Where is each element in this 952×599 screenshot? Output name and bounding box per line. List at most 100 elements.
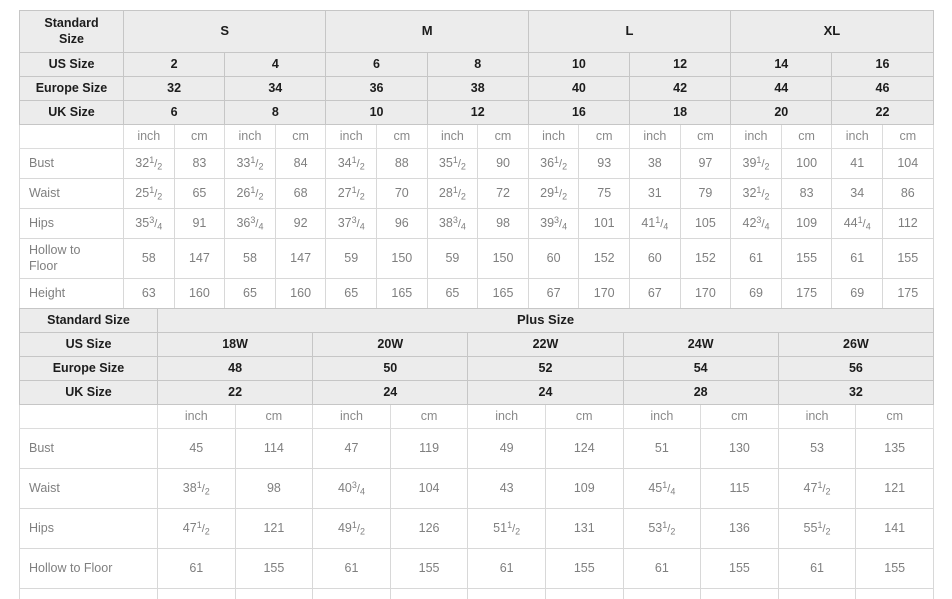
unit-header-inch: inch — [730, 124, 782, 149]
size-value-cell: 6 — [122, 100, 226, 125]
plus-measurement-row: Bust 45 114 47 119 49 124 51 130 53 135 — [19, 428, 935, 469]
unit-header-inch: inch — [831, 124, 883, 149]
measurement-label-height: Height — [19, 278, 124, 309]
measurement-value-cell: 321/2 — [123, 148, 175, 179]
measurement-value-cell: 170 — [679, 278, 732, 309]
fraction-value: 441/4 — [844, 215, 871, 232]
plus-size-value-cell: 26W — [777, 332, 935, 357]
plus-unit-header-cm: cm — [700, 404, 779, 429]
measurement-value-cell: 84 — [274, 148, 327, 179]
unit-header-cm: cm — [173, 124, 226, 149]
measurement-value-cell: 411/4 — [629, 208, 681, 239]
size-value-cell: 18 — [629, 100, 732, 125]
plus-unit-header-cm: cm — [389, 404, 469, 429]
fraction-denominator: 2 — [825, 526, 831, 537]
plus-standard-size-corner-label: Standard Size — [19, 308, 158, 333]
plus-measurement-value-cell: 155 — [700, 548, 779, 589]
measurement-value-cell: 79 — [679, 178, 732, 209]
fraction-value: 291/2 — [540, 185, 567, 202]
measurement-value-cell: 150 — [376, 238, 428, 279]
fraction-value: 361/2 — [540, 155, 567, 172]
unit-header-cm: cm — [679, 124, 732, 149]
size-value-cell: 6 — [325, 52, 428, 77]
measurement-value-cell: 58 — [123, 238, 175, 279]
measurement-value-cell: 251/2 — [123, 178, 175, 209]
fraction-value: 321/2 — [135, 155, 163, 172]
plus-measurement-value-cell: 131 — [544, 508, 624, 549]
plus-size-value-cell: 18W — [156, 332, 314, 357]
plus-group-header-row: Standard Size Plus Size — [19, 308, 935, 333]
plus-size-value-cell: 52 — [467, 356, 624, 381]
measurement-value-cell: 83 — [780, 178, 833, 209]
fraction-denominator: 2 — [157, 161, 163, 172]
plus-measurement-value-cell: 471/2 — [157, 508, 236, 549]
plus-size-value-cell: 24W — [622, 332, 779, 357]
unit-header-inch: inch — [527, 124, 580, 149]
plus-measurement-value-cell: 47 — [312, 428, 391, 469]
fraction-value: 471/2 — [183, 520, 210, 537]
measurement-value-cell: 65 — [426, 278, 479, 309]
plus-unit-row-blank-cell — [19, 404, 158, 429]
fraction-value: 531/2 — [648, 520, 675, 537]
fraction-denominator: 2 — [460, 191, 466, 202]
measurement-value-cell: 91 — [173, 208, 226, 239]
fraction-whole: 25 — [135, 185, 150, 200]
plus-measurement-value-cell: 511/2 — [467, 508, 546, 549]
measurement-row: Bust 321/2 83 331/2 84 341/2 88 351/2 90 361/2 93 3… — [19, 148, 934, 179]
plus-size-row-uk-size: UK Size 22 24 24 28 32 — [19, 380, 935, 405]
plus-size-value-cell: 24 — [312, 380, 469, 405]
size-value-cell: 20 — [730, 100, 833, 125]
unit-header-inch: inch — [123, 124, 175, 149]
measurement-value-cell: 361/2 — [527, 148, 580, 179]
fraction-value: 423/4 — [743, 215, 770, 232]
measurement-value-cell: 147 — [274, 238, 327, 279]
plus-measurement-value-cell: 43 — [467, 468, 546, 509]
unit-row-blank-cell — [19, 124, 124, 149]
measurement-value-cell: 38 — [629, 148, 681, 179]
fraction-denominator: 4 — [157, 221, 163, 232]
plus-size-value-cell: 24 — [467, 380, 624, 405]
fraction-value: 351/2 — [438, 155, 466, 172]
unit-header-inch: inch — [325, 124, 378, 149]
measurement-value-cell: 351/2 — [426, 148, 479, 179]
plus-measurement-row: Waist 381/2 98 403/4 104 43 109 451/4 115 471/2 12… — [19, 468, 935, 509]
fraction-whole: 49 — [337, 520, 352, 535]
measurement-value-cell: 383/4 — [426, 208, 479, 239]
measurement-label-hollow-to-floor: Hollow to Floor — [19, 238, 124, 279]
fraction-value: 511/2 — [493, 520, 520, 537]
fraction-whole: 40 — [337, 480, 352, 495]
unit-header-inch: inch — [629, 124, 681, 149]
measurement-value-cell: 67 — [629, 278, 681, 309]
fraction-whole: 39 — [742, 155, 757, 170]
fraction-denominator: 2 — [359, 191, 365, 202]
fraction-value: 353/4 — [135, 215, 163, 232]
fraction-whole: 47 — [803, 480, 818, 495]
plus-size-group-label: Plus Size — [156, 308, 935, 333]
fraction-denominator: 2 — [258, 161, 264, 172]
measurement-value-cell: 175 — [882, 278, 934, 309]
standard-table-body: Standard Size S M L XL US Size 2 4 6 8 10 12 14 16 Euro… — [19, 10, 934, 309]
plus-measurement-value-cell: 69 — [157, 588, 236, 599]
fraction-whole: 35 — [438, 155, 453, 170]
fraction-whole: 34 — [337, 155, 352, 170]
measurement-value-cell: 150 — [477, 238, 529, 279]
plus-measurement-value-cell: 98 — [234, 468, 314, 509]
measurement-value-cell: 96 — [376, 208, 428, 239]
measurement-label-line-2: Floor — [29, 258, 58, 273]
fraction-value: 393/4 — [540, 215, 567, 232]
fraction-denominator: 2 — [258, 191, 264, 202]
fraction-whole: 36 — [540, 155, 555, 170]
measurement-value-cell: 59 — [325, 238, 378, 279]
fraction-denominator: 2 — [825, 486, 831, 497]
plus-measurement-value-cell: 175 — [700, 588, 779, 599]
measurement-value-cell: 155 — [882, 238, 934, 279]
plus-size-value-cell: 50 — [312, 356, 469, 381]
fraction-value: 491/2 — [337, 520, 365, 537]
size-value-cell: 10 — [325, 100, 428, 125]
measurement-value-cell: 391/2 — [730, 148, 782, 179]
size-group-m: M — [325, 10, 529, 53]
measurement-value-cell: 291/2 — [527, 178, 580, 209]
size-value-cell: 40 — [527, 76, 631, 101]
plus-unit-header-inch: inch — [777, 404, 857, 429]
plus-measurement-value-cell: 121 — [855, 468, 935, 509]
